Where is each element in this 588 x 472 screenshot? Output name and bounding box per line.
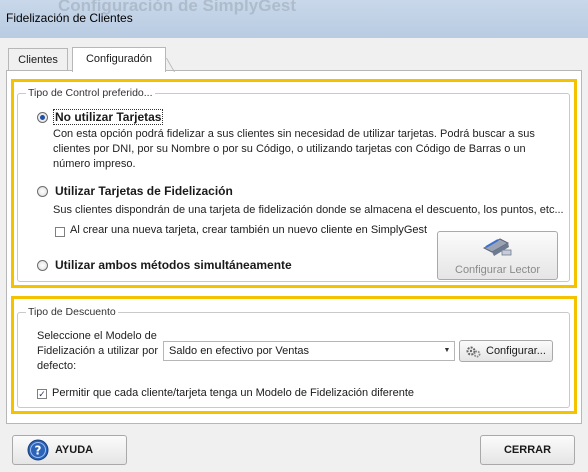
checkbox-create-client-label[interactable]: Al crear una nueva tarjeta, crear tambié… — [70, 224, 427, 236]
barcode-scanner-icon — [482, 238, 512, 256]
dialog-body: Clientes Configuradón Tipo de Control pr… — [0, 38, 588, 472]
help-button-label: AYUDA — [55, 444, 94, 456]
checkbox-different-model-label[interactable]: Permitir que cada cliente/tarjeta tenga … — [52, 387, 414, 399]
model-select-value: Saldo en efectivo por Ventas — [169, 345, 310, 357]
tab-configuracion[interactable]: Configuradón — [72, 47, 166, 72]
svg-text:?: ? — [35, 444, 42, 458]
configure-model-label: Configurar... — [486, 345, 546, 357]
close-button[interactable]: CERRAR — [480, 435, 575, 465]
radio-both-methods[interactable] — [37, 260, 48, 271]
model-select[interactable]: Saldo en efectivo por Ventas ▼ — [163, 341, 455, 361]
radio-use-cards[interactable] — [37, 186, 48, 197]
tab-clientes[interactable]: Clientes — [8, 48, 68, 71]
close-button-label: CERRAR — [503, 444, 552, 456]
configure-reader-label: Configurar Lector — [455, 264, 540, 276]
use-cards-description: Sus clientes dispondrán de una tarjeta d… — [53, 204, 564, 216]
no-cards-description: Con esta opción podrá fidelizar a sus cl… — [53, 128, 535, 170]
model-label: Seleccione el Modelo de Fidelización a u… — [37, 330, 159, 372]
configure-model-button[interactable]: Configurar... — [459, 340, 553, 362]
chevron-down-icon[interactable]: ▼ — [440, 342, 454, 360]
configure-reader-button[interactable]: Configurar Lector — [437, 231, 558, 280]
radio-use-cards-label[interactable]: Utilizar Tarjetas de Fidelización — [55, 184, 233, 198]
radio-no-cards[interactable] — [37, 112, 48, 123]
tab-panel: Tipo de Control preferido... No utilizar… — [6, 70, 582, 424]
title-bar: Configuración de SimplyGest Fidelización… — [0, 0, 588, 38]
discount-type-legend: Tipo de Descuento — [26, 306, 118, 318]
checkbox-create-client[interactable] — [55, 227, 65, 237]
control-type-legend: Tipo de Control preferido... — [26, 87, 155, 99]
window-title: Fidelización de Clientes — [6, 11, 133, 25]
checkbox-different-model[interactable]: ✓ — [37, 389, 47, 399]
help-button[interactable]: ? AYUDA — [12, 435, 127, 465]
gears-icon — [466, 346, 481, 358]
radio-no-cards-label[interactable]: No utilizar Tarjetas — [52, 109, 164, 125]
radio-both-methods-label[interactable]: Utilizar ambos métodos simultáneamente — [55, 258, 292, 272]
help-icon: ? — [27, 439, 49, 461]
